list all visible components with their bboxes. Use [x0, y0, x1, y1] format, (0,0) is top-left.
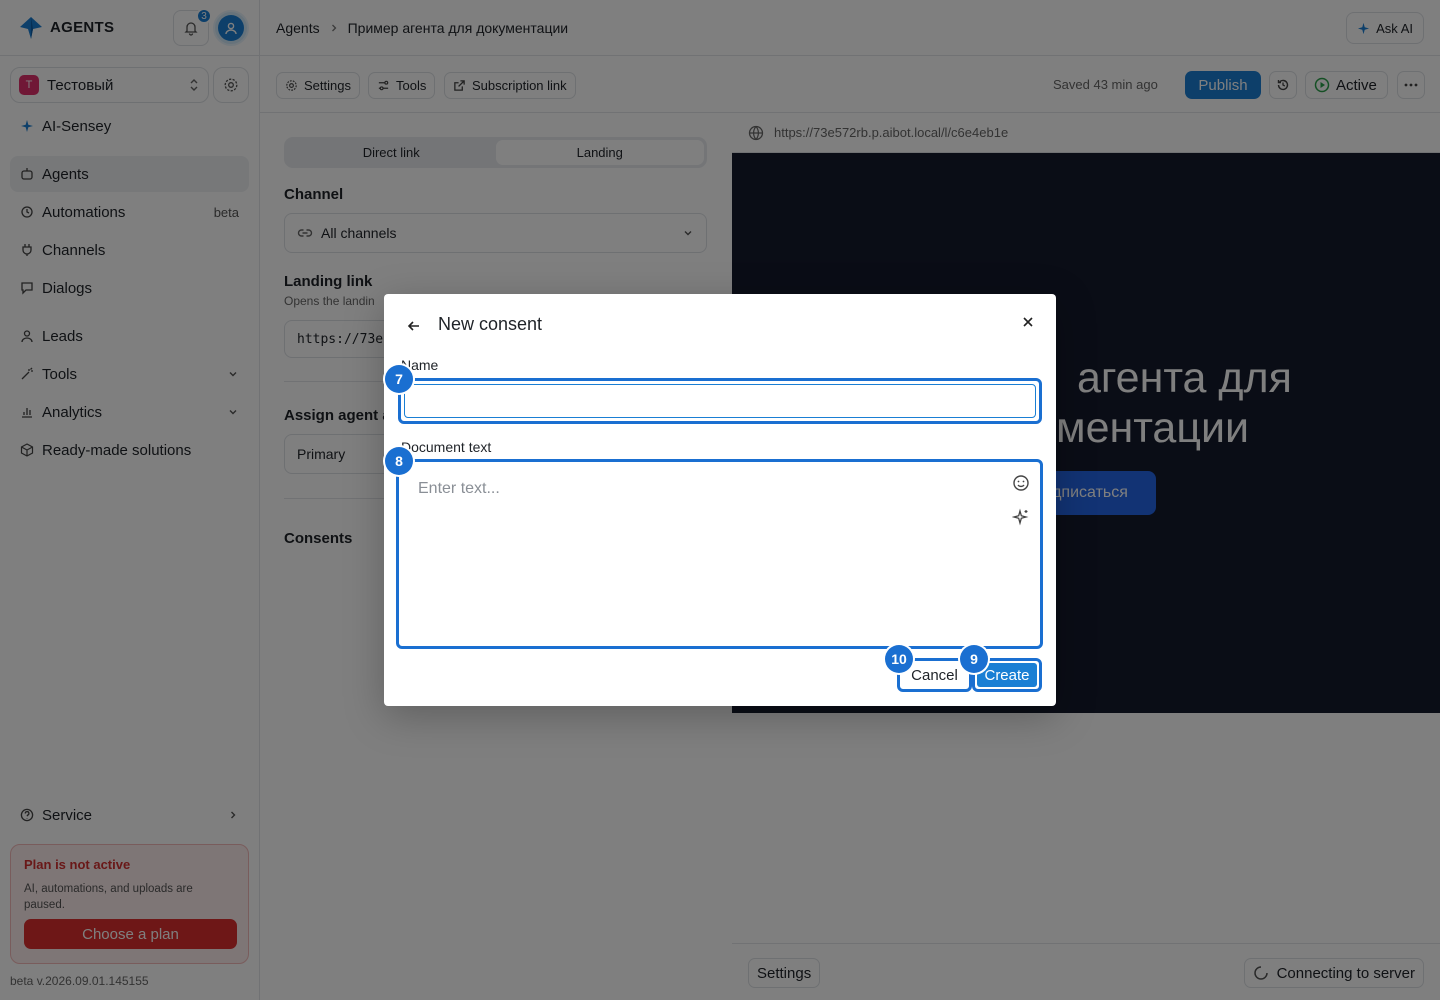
create-button-label: Create — [977, 663, 1037, 687]
back-button[interactable] — [404, 316, 424, 336]
annotation-marker: 7 — [385, 365, 413, 393]
name-field-wrapper — [398, 378, 1042, 424]
name-input[interactable] — [404, 384, 1036, 418]
ai-magic-icon[interactable] — [1012, 508, 1030, 526]
annotation-marker: 8 — [385, 447, 413, 475]
dialog-title: New consent — [438, 314, 543, 334]
emoji-icon[interactable] — [1012, 474, 1030, 492]
annotation-marker: 9 — [960, 645, 988, 673]
new-consent-dialog: New consent Name Document text Enter tex… — [384, 294, 1056, 706]
document-text-editor[interactable]: Enter text... — [396, 459, 1043, 649]
document-text-placeholder: Enter text... — [418, 480, 500, 497]
close-icon — [1023, 317, 1033, 327]
document-text-label: Document text — [401, 439, 492, 455]
close-button[interactable] — [1020, 314, 1036, 330]
arrow-left-icon — [407, 321, 419, 331]
annotation-marker: 10 — [885, 645, 913, 673]
